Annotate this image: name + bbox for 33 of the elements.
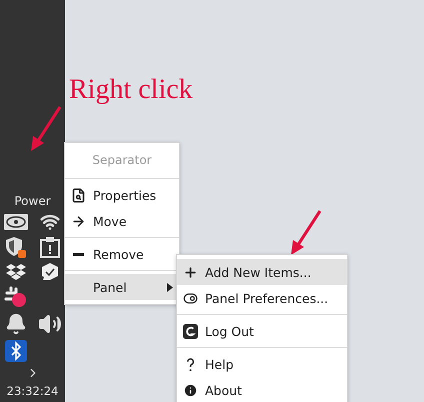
submenu-item[interactable]: Panel [65, 274, 179, 300]
menu-item[interactable]: Move [65, 208, 179, 234]
logout-icon [183, 324, 198, 338]
menu-item[interactable]: Add New Items... [177, 259, 347, 285]
menu-item[interactable]: About [177, 377, 347, 402]
shield-icon[interactable] [4, 236, 26, 258]
panel-label: Power [14, 194, 51, 208]
arrow-annotation [290, 210, 322, 256]
menu-item[interactable]: Help [177, 351, 347, 377]
chat-check-icon[interactable] [40, 262, 60, 282]
clock: 23:32:24 [6, 384, 58, 398]
bluetooth-icon[interactable] [4, 340, 26, 362]
info-icon [183, 382, 198, 398]
minus-icon [73, 252, 84, 256]
clipboard-alert-icon[interactable] [40, 236, 60, 258]
menu-item[interactable]: Panel Preferences... [177, 285, 347, 311]
toggle-icon [183, 290, 198, 306]
speaker-icon[interactable] [38, 312, 62, 336]
menu-item[interactable]: Properties [65, 182, 179, 208]
eye-logo-icon[interactable] [4, 214, 28, 230]
dropbox-icon[interactable] [6, 263, 26, 281]
arrow-right-icon [71, 214, 86, 228]
slack-badge-icon[interactable] [4, 286, 28, 308]
annotation-text: Right click [69, 74, 193, 106]
wifi-icon[interactable] [38, 212, 60, 232]
menu-item[interactable]: Remove [65, 241, 179, 267]
bell-icon[interactable] [4, 313, 26, 335]
arrow-annotation [30, 106, 62, 152]
submenu-arrow-icon [167, 282, 173, 292]
document-search-icon [71, 188, 86, 202]
menu-header: Separator [91, 152, 153, 169]
menu-item[interactable]: Log Out [177, 318, 347, 344]
plus-icon [183, 264, 198, 280]
